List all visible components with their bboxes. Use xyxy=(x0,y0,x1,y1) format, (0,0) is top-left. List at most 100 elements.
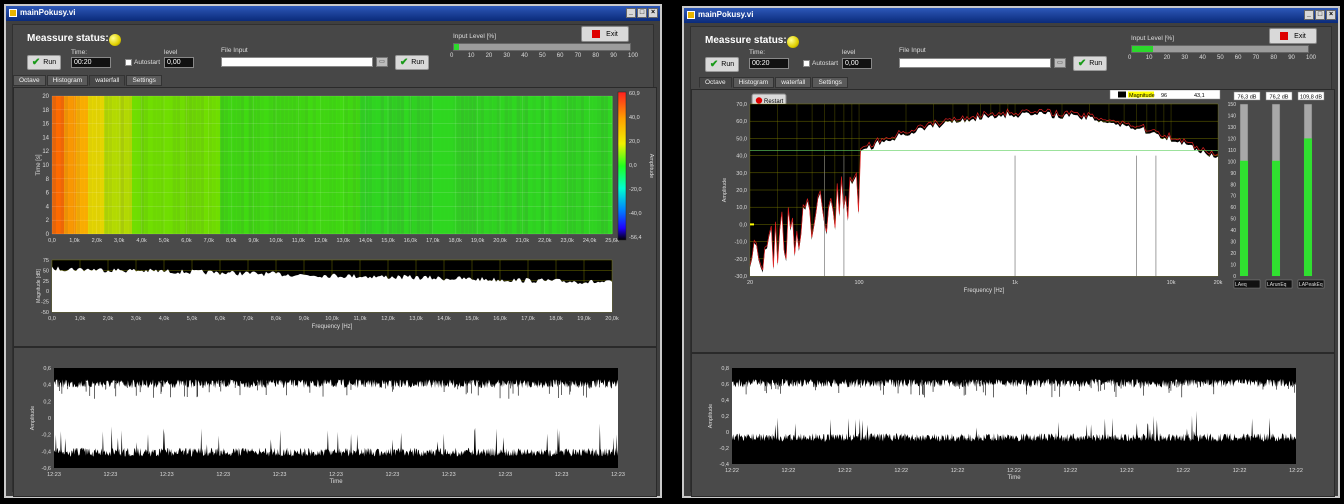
tab-histogram[interactable]: Histogram xyxy=(732,77,775,88)
minimize-icon[interactable]: _ xyxy=(1304,10,1314,20)
meter-tick: 20 xyxy=(1230,251,1236,257)
input-level-tick: 50 xyxy=(539,53,546,59)
close-icon[interactable]: × xyxy=(648,8,658,18)
waterfall-y-label: Time [s] xyxy=(36,154,42,175)
status-led xyxy=(787,36,799,48)
time-y-tick: 0,8 xyxy=(721,366,729,372)
left-front-panel: Meassure status: ✔ Run Time: 00:20 Autost… xyxy=(12,24,657,497)
meter-name: LAeq xyxy=(1235,282,1247,288)
waterfall-x-tick: 3,0k xyxy=(114,238,125,244)
time-x-tick: 12:22 xyxy=(838,468,852,474)
octave-y-tick: 30,0 xyxy=(736,171,747,177)
meter-tick: 40 xyxy=(1230,228,1236,234)
run-button[interactable]: ✔ Run xyxy=(705,57,739,72)
time-x-tick: 12:23 xyxy=(104,472,118,478)
colorbar xyxy=(617,91,627,241)
spectrum-x-tick: 15,0k xyxy=(465,316,479,322)
stop-icon xyxy=(1280,32,1289,40)
input-level-tick: 80 xyxy=(592,53,600,59)
spectrum-x-tick: 16,0k xyxy=(493,316,507,322)
file-input-label: File Input xyxy=(899,47,926,54)
input-level-tick: 50 xyxy=(1217,55,1224,61)
tab-waterfall[interactable]: waterfall xyxy=(775,77,812,88)
colorbar-tick: 20,0 xyxy=(629,139,640,145)
time-x-tick: 12:22 xyxy=(894,468,908,474)
close-icon[interactable]: × xyxy=(1326,10,1336,20)
colorbar-tick: -40,0 xyxy=(629,211,642,217)
octave-y-tick: 60,0 xyxy=(736,119,747,125)
autostart-label: Autostart xyxy=(134,59,161,66)
spectrum-x-tick: 9,0k xyxy=(299,316,310,322)
tab-settings[interactable]: Settings xyxy=(126,75,162,86)
run-file-button[interactable]: ✔ Run xyxy=(1073,56,1107,71)
level-label: level xyxy=(164,49,178,56)
octave-y-tick: 10,0 xyxy=(736,205,747,211)
spectrum-x-tick: 14,0k xyxy=(437,316,451,322)
tab-octave[interactable]: Octave xyxy=(13,75,46,86)
input-level-tick: 90 xyxy=(610,53,617,59)
run-file-button[interactable]: ✔ Run xyxy=(395,55,429,70)
waterfall-y-tick: 12 xyxy=(42,149,49,155)
autostart-checkbox[interactable] xyxy=(125,59,132,66)
minimize-icon[interactable]: _ xyxy=(626,8,636,18)
spectrum-x-tick: 1,0k xyxy=(75,316,86,322)
time-x-tick: 12:23 xyxy=(498,472,512,478)
input-level-scale: 0 10 20 30 40 50 60 70 80 90 100 xyxy=(1128,55,1316,63)
right-window: mainPokusy.vi _ □ × Meassure status: ✔ Ru… xyxy=(682,6,1340,498)
right-front-panel: Meassure status: ✔ Run Time: 00:20 Autost… xyxy=(690,26,1335,497)
waterfall-x-tick: 2,0k xyxy=(92,238,103,244)
octave-y-tick: 40,0 xyxy=(736,154,747,160)
meter-value: 76,3 dB xyxy=(1238,95,1257,101)
exit-button[interactable]: Exit xyxy=(1269,28,1317,44)
waterfall-x-tick: 5,0k xyxy=(159,238,170,244)
tab-waterfall[interactable]: waterfall xyxy=(89,75,126,86)
left-amplitude-time-graph: 0,60,40,20-0,2-0,4-0,612:23 12:23 12:23 12:… xyxy=(30,366,625,485)
time-y-tick: 0,2 xyxy=(43,399,51,405)
left-window-title: mainPokusy.vi xyxy=(20,8,76,17)
time-x-tick: 12:23 xyxy=(273,472,287,478)
time-field[interactable]: 00:20 xyxy=(749,58,789,69)
octave-y-tick: 70,0 xyxy=(736,102,747,108)
octave-y-tick: 0,0 xyxy=(739,222,747,228)
browse-folder-icon[interactable]: ▭ xyxy=(376,57,388,67)
input-level-tick: 70 xyxy=(1252,55,1260,61)
tab-histogram[interactable]: Histogram xyxy=(46,75,89,86)
input-level-scale: 0 10 20 30 40 50 60 70 80 90 100 xyxy=(450,53,638,61)
maximize-icon[interactable]: □ xyxy=(1315,10,1325,20)
time-y-tick: 0,2 xyxy=(721,414,729,420)
maximize-icon[interactable]: □ xyxy=(637,8,647,18)
tab-octave[interactable]: Octave xyxy=(699,77,732,88)
colorbar-tick: 40,0 xyxy=(629,115,640,121)
colorbar-tick: -20,0 xyxy=(629,187,642,193)
check-icon: ✔ xyxy=(1077,58,1087,69)
file-input-label: File Input xyxy=(221,47,248,54)
waterfall-panel: 20 18 16 14 12 10 8 6 4 2 0 0,0 1,0k 2,0k 3,0k 4,0k 5,0k… xyxy=(13,87,657,347)
spectrum-x-tick: 20,0k xyxy=(605,316,619,322)
file-input-field[interactable] xyxy=(899,58,1051,68)
left-time-panel: 0,6 0,4 0,2 0 -0,2 -0,4 -0,6 12:23 12:23 12:23 12:… xyxy=(13,347,657,497)
time-y-tick: 0,4 xyxy=(721,398,729,404)
run-button[interactable]: ✔ Run xyxy=(27,55,61,70)
waterfall-x-tick: 22,0k xyxy=(538,238,552,244)
waterfall-x-tick: 14,0k xyxy=(359,238,373,244)
level-field[interactable]: 0,00 xyxy=(842,58,872,69)
tab-settings[interactable]: Settings xyxy=(812,77,848,88)
browse-folder-icon[interactable]: ▭ xyxy=(1054,58,1066,68)
meter-tick: 140 xyxy=(1228,113,1237,119)
time-x-label: Time xyxy=(1007,475,1021,481)
file-input-field[interactable] xyxy=(221,57,373,67)
spectrum-x-tick: 2,0k xyxy=(103,316,114,322)
time-field[interactable]: 00:20 xyxy=(71,57,111,68)
time-x-tick: 12:22 xyxy=(1007,468,1021,474)
input-level-tick: 100 xyxy=(1306,55,1317,61)
level-field[interactable]: 0,00 xyxy=(164,57,194,68)
autostart-checkbox[interactable] xyxy=(803,60,810,67)
check-icon: ✔ xyxy=(399,57,409,68)
input-level-tick: 30 xyxy=(503,53,511,59)
restart-icon xyxy=(755,97,763,104)
input-level-tick: 70 xyxy=(574,53,582,59)
spectrum-x-tick: 10,0k xyxy=(325,316,339,322)
octave-x-tick: 20 xyxy=(747,280,753,286)
exit-button[interactable]: Exit xyxy=(581,26,629,42)
octave-panel: Restart Magnitude 96 43,1 70,0 60,0 50,0 40,0 30… xyxy=(691,89,1335,353)
